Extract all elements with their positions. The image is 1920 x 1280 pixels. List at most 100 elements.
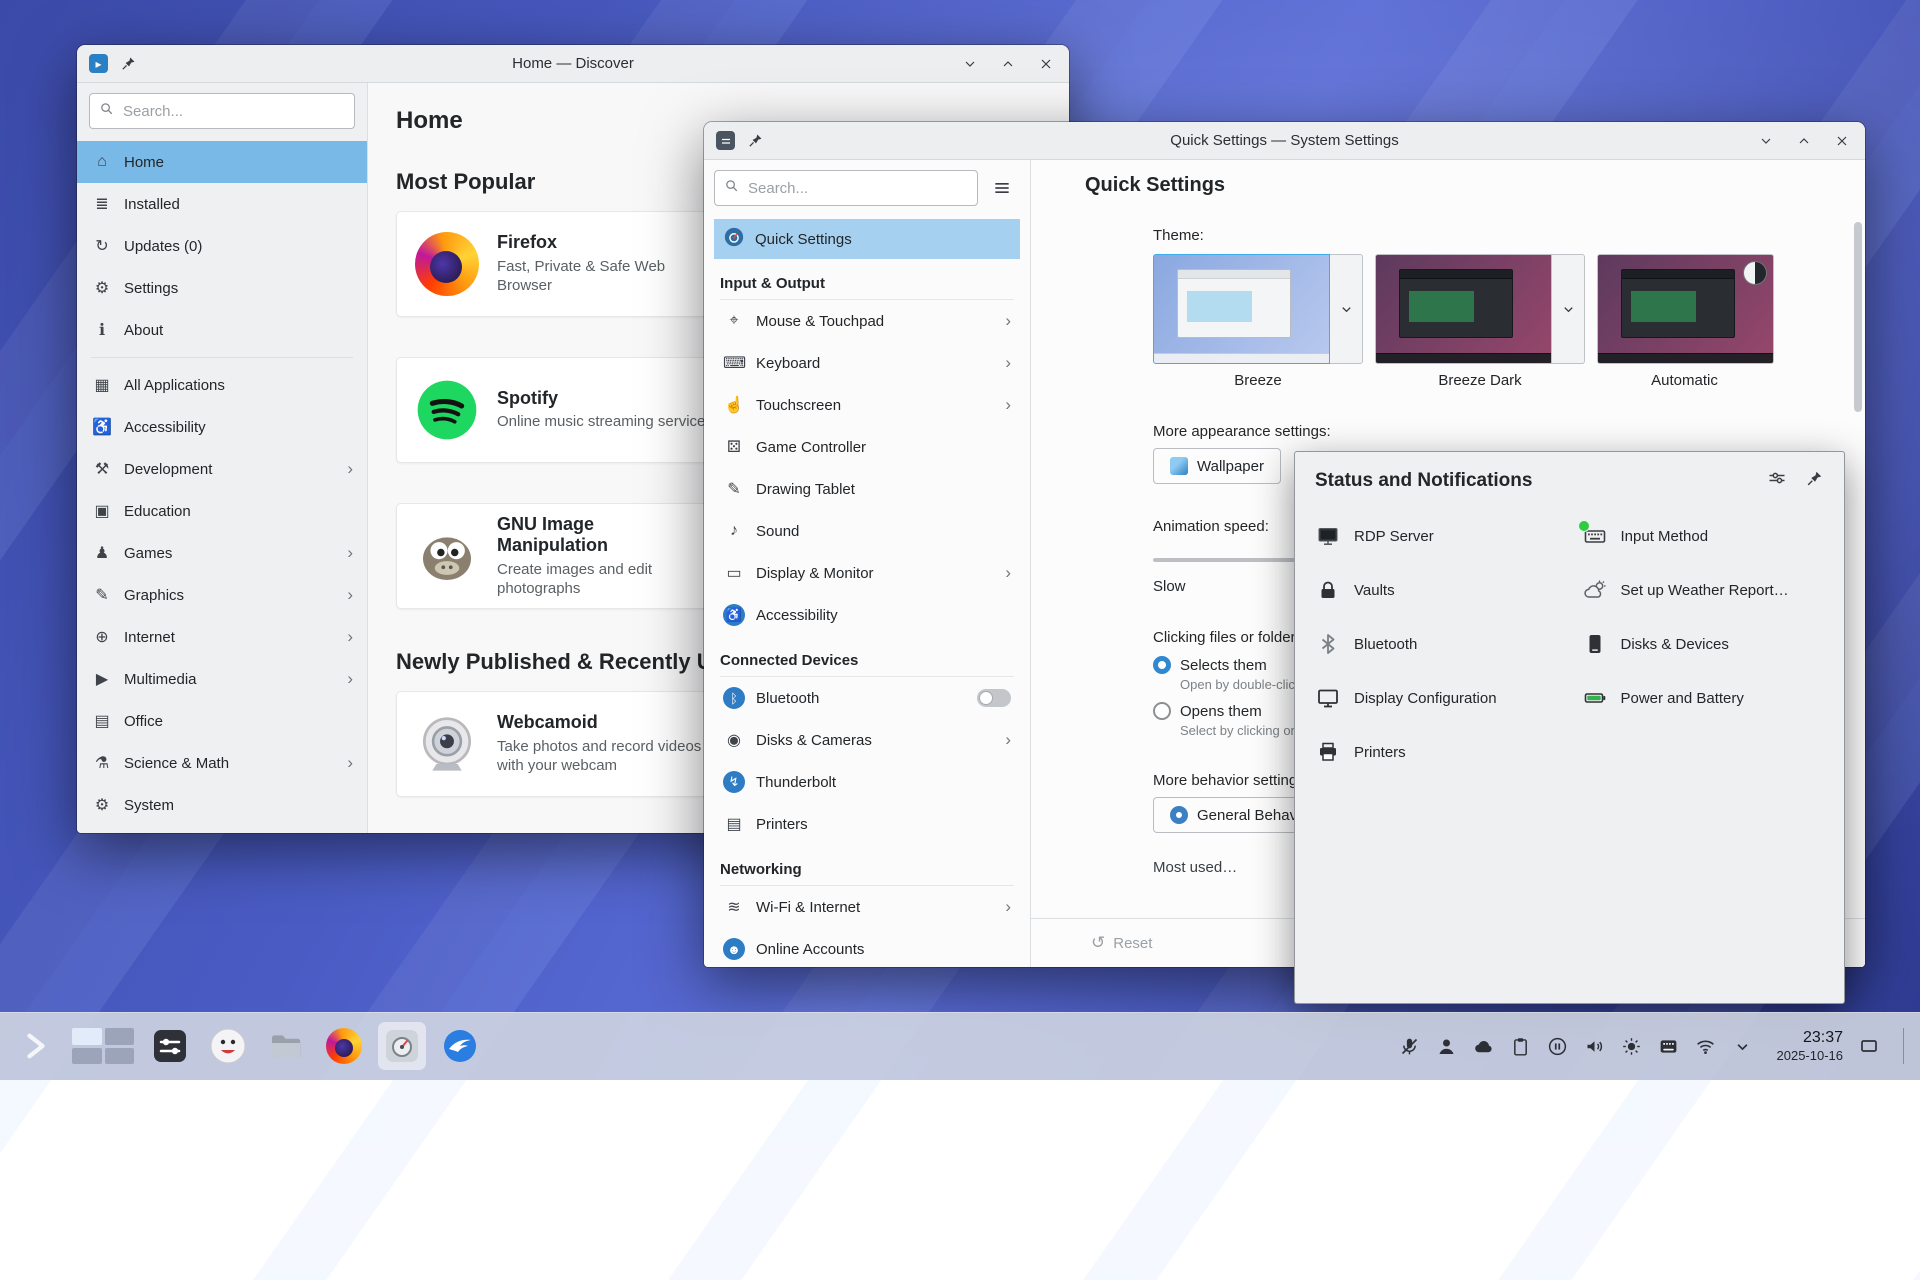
maximize-icon[interactable]: [1793, 130, 1815, 152]
pin-icon[interactable]: [744, 130, 766, 152]
cloud-sync-icon[interactable]: [1473, 1035, 1495, 1057]
system-settings-task-icon[interactable]: [378, 1022, 426, 1070]
app-name: Spotify: [497, 388, 707, 410]
sidebar-category-item[interactable]: ▶ Multimedia ›: [77, 658, 367, 700]
pager-desktop-1[interactable]: [72, 1028, 102, 1045]
search-input[interactable]: [746, 179, 968, 198]
status-item-vaults[interactable]: Vaults: [1303, 563, 1570, 617]
status-item-power-battery[interactable]: Power and Battery: [1570, 671, 1837, 725]
sidebar-item[interactable]: ⚙ Settings: [77, 267, 367, 309]
discover-titlebar[interactable]: ▸ Home — Discover: [77, 45, 1069, 83]
sidebar-item[interactable]: ℹ About: [77, 309, 367, 351]
expand-tray-icon[interactable]: [1732, 1035, 1754, 1057]
sidebar-category-item[interactable]: ✎ Graphics ›: [77, 574, 367, 616]
hamburger-menu-icon[interactable]: [984, 171, 1020, 205]
sidebar-category-item[interactable]: ▣ Education: [77, 490, 367, 532]
file-manager-app-icon[interactable]: [262, 1022, 310, 1070]
microphone-muted-icon[interactable]: [1399, 1035, 1421, 1057]
sidebar-item[interactable]: ᛒ Bluetooth: [714, 677, 1020, 719]
sidebar-item[interactable]: ✎ Drawing Tablet: [714, 468, 1020, 510]
sidebar-category-item[interactable]: ⚒ Development ›: [77, 448, 367, 490]
sidebar-category-item[interactable]: ♿ Accessibility: [77, 406, 367, 448]
discover-search-field[interactable]: [89, 93, 355, 129]
status-item-display-configuration[interactable]: Display Configuration: [1303, 671, 1570, 725]
bluetooth-icon: ᛒ: [723, 687, 745, 709]
sidebar-item-quick-settings[interactable]: Quick Settings: [714, 219, 1020, 259]
maximize-icon[interactable]: [997, 53, 1019, 75]
sidebar-category-item[interactable]: ♟ Games ›: [77, 532, 367, 574]
theme-preview-breeze-dark[interactable]: [1375, 254, 1552, 364]
firefox-task-icon[interactable]: [320, 1022, 368, 1070]
pin-icon[interactable]: [117, 53, 139, 75]
sidebar-item[interactable]: ▭ Display & Monitor ›: [714, 552, 1020, 594]
keyboard-layout-icon[interactable]: [1658, 1035, 1680, 1057]
sidebar-item[interactable]: ⌨ Keyboard ›: [714, 342, 1020, 384]
sidebar-item[interactable]: ▤ Printers: [714, 803, 1020, 845]
status-item-weather[interactable]: Set up Weather Report…: [1570, 563, 1837, 617]
clipboard-icon[interactable]: [1510, 1035, 1532, 1057]
status-item-printers[interactable]: Printers: [1303, 725, 1570, 779]
panel-edge-strip[interactable]: [1903, 1028, 1912, 1064]
office-icon: ▤: [91, 711, 113, 731]
sidebar-item[interactable]: ☻ Online Accounts: [714, 928, 1020, 967]
radio-selected-icon[interactable]: [1153, 656, 1171, 674]
system-settings-titlebar[interactable]: Quick Settings — System Settings: [704, 122, 1865, 160]
virtual-desktop-pager[interactable]: [70, 1026, 136, 1066]
falkon-browser-icon[interactable]: [436, 1022, 484, 1070]
sidebar-item[interactable]: ↻ Updates (0): [77, 225, 367, 267]
sidebar-category-item[interactable]: ▤ Office: [77, 700, 367, 742]
theme-breeze-dropdown-icon[interactable]: [1330, 254, 1363, 364]
pager-desktop-3[interactable]: [72, 1048, 102, 1065]
sidebar-item-label: Graphics: [124, 587, 184, 604]
status-item-disks-devices[interactable]: Disks & Devices: [1570, 617, 1837, 671]
status-item-rdp-server[interactable]: RDP Server: [1303, 509, 1570, 563]
close-icon[interactable]: [1831, 130, 1853, 152]
status-item-input-method[interactable]: Input Method: [1570, 509, 1837, 563]
network-wifi-icon[interactable]: [1695, 1035, 1717, 1057]
reset-button[interactable]: ↺ Reset: [1085, 932, 1158, 954]
sidebar-item[interactable]: ≋ Wi-Fi & Internet ›: [714, 886, 1020, 928]
brightness-icon[interactable]: [1621, 1035, 1643, 1057]
theme-preview-breeze[interactable]: [1153, 254, 1330, 364]
sidebar-item[interactable]: ◉ Disks & Cameras ›: [714, 719, 1020, 761]
media-pause-icon[interactable]: [1547, 1035, 1569, 1057]
wallpaper-button[interactable]: Wallpaper: [1153, 448, 1281, 484]
digital-clock[interactable]: 23:37 2025-10-16: [1777, 1028, 1844, 1064]
search-input[interactable]: [121, 102, 345, 121]
sidebar-category-item[interactable]: ⚙ System: [77, 784, 367, 826]
sidebar-item[interactable]: ☝ Touchscreen ›: [714, 384, 1020, 426]
scrollbar-thumb[interactable]: [1854, 222, 1862, 412]
media-player-app-icon[interactable]: [204, 1022, 252, 1070]
bluetooth-toggle[interactable]: [977, 689, 1011, 707]
status-item-bluetooth[interactable]: Bluetooth: [1303, 617, 1570, 671]
sidebar-category-item[interactable]: ▦ All Applications: [77, 364, 367, 406]
theme-breeze-dark-dropdown-icon[interactable]: [1552, 254, 1585, 364]
settings-search-field[interactable]: [714, 170, 978, 206]
minimize-icon[interactable]: [1755, 130, 1777, 152]
sidebar-item[interactable]: ≣ Installed: [77, 183, 367, 225]
user-switcher-icon[interactable]: [1436, 1035, 1458, 1057]
pager-desktop-2[interactable]: [105, 1028, 135, 1045]
minimize-icon[interactable]: [959, 53, 981, 75]
toggles-app-icon[interactable]: [146, 1022, 194, 1070]
pager-desktop-4[interactable]: [105, 1048, 135, 1065]
radio-unselected-icon[interactable]: [1153, 702, 1171, 720]
sidebar-item[interactable]: ↯ Thunderbolt: [714, 761, 1020, 803]
sidebar-item[interactable]: ⌖ Mouse & Touchpad ›: [714, 300, 1020, 342]
sidebar-category-item[interactable]: ⊕ Internet ›: [77, 616, 367, 658]
sidebar-item[interactable]: ⚄ Game Controller: [714, 426, 1020, 468]
close-icon[interactable]: [1035, 53, 1057, 75]
accessibility-icon: ♿: [723, 604, 745, 626]
show-desktop-icon[interactable]: [1858, 1035, 1880, 1057]
sidebar-category-item[interactable]: ⚗ Science & Math ›: [77, 742, 367, 784]
pin-icon[interactable]: [1805, 469, 1824, 493]
application-launcher-icon[interactable]: [12, 1022, 60, 1070]
sidebar-item[interactable]: ♪ Sound: [714, 510, 1020, 552]
sidebar-item[interactable]: ♿ Accessibility: [714, 594, 1020, 636]
configure-icon[interactable]: [1767, 468, 1787, 493]
popup-title: Status and Notifications: [1315, 470, 1532, 492]
chevron-right-icon: ›: [347, 627, 353, 647]
sidebar-item[interactable]: ⌂ Home: [77, 141, 367, 183]
volume-icon[interactable]: [1584, 1035, 1606, 1057]
theme-preview-automatic[interactable]: [1597, 254, 1774, 364]
